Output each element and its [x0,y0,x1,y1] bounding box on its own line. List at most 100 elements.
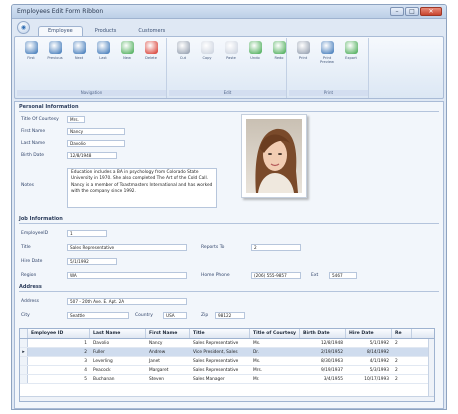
redo-button[interactable]: Redo [271,41,287,60]
export-button[interactable]: Export [343,41,359,60]
table-cell: Steven [149,377,164,382]
window-controls: – □ ✕ [390,7,442,16]
employee-id-field[interactable]: 1 [67,230,107,237]
button-label: Print Preview [320,56,334,64]
column-header[interactable]: Re [392,329,412,338]
row-indicator [20,375,28,383]
table-cell: Sales Representative [193,368,239,373]
row-indicator-header [20,329,28,338]
label-home-phone: Home Phone [201,273,230,278]
next-button[interactable]: Next [71,41,87,60]
ribbon-group-print: Print Print Print Preview Export [289,38,369,98]
title-of-courtesy-field[interactable]: Mrs. [67,116,85,123]
label-first-name: First Name [21,129,46,134]
group-label: Edit [169,90,286,96]
label-birth-date: Birth Date [21,153,44,158]
button-label: Next [74,56,84,60]
label-employee-id: EmployeeID [21,231,49,236]
home-phone-field[interactable]: (206) 555-9857 [251,272,301,279]
horizontal-scrollbar[interactable] [20,396,434,401]
notes-field[interactable]: Education includes a BA in psychology fr… [67,168,217,208]
tab-customers[interactable]: Customers [128,26,175,36]
section-title: Personal Information [19,104,79,110]
row-indicator: ▸ [20,348,28,356]
table-cell: Davolio [93,341,110,346]
table-cell: Peacock [93,368,111,373]
table-cell: 9/19/1937 [320,368,343,373]
maximize-button[interactable]: □ [405,7,419,16]
button-label: Redo [274,56,284,60]
tab-products[interactable]: Products [85,26,127,36]
table-cell: 4 [84,368,87,373]
delete-button[interactable]: Delete [143,41,159,60]
column-header[interactable]: Employee ID [28,329,90,338]
table-cell: Dr. [253,350,260,355]
table-cell: 8/14/1992 [366,350,389,355]
add-icon [120,41,134,54]
print-icon [296,41,310,54]
previous-button[interactable]: Previous [47,41,63,60]
undo-button[interactable]: Undo [247,41,263,60]
paste-button[interactable]: Paste [223,41,239,60]
ext-field[interactable]: 5467 [329,272,357,279]
app-menu-icon[interactable]: ◉ [17,21,30,34]
section-address: Address [19,284,439,292]
birth-date-field[interactable]: 12/8/1948 [67,152,117,159]
button-label: Print [298,56,308,60]
copy-icon [200,41,214,54]
column-header[interactable]: Last Name [90,329,146,338]
table-cell: 5/3/1993 [369,368,389,373]
zip-field[interactable]: 98122 [215,312,245,319]
row-indicator [20,339,28,347]
table-cell: Mrs. [253,368,263,373]
table-cell: Vice President, Sales [193,350,238,355]
button-label: Previous [47,56,63,60]
reports-to-field[interactable]: 2 [251,244,301,251]
table-row[interactable]: 5 Buchanan Steven Sales Manager Mr. 3/4/1955 1… [20,375,434,384]
table-row[interactable]: 1 Davolio Nancy Sales Representative Ms. 12/8… [20,339,434,348]
print-button[interactable]: Print [295,41,311,60]
section-title: Address [19,284,42,290]
minimize-button[interactable]: – [390,7,404,16]
main-window: Employees Edit Form Ribbon – □ ✕ ◉ Emplo… [11,4,447,410]
group-label: Print [289,90,368,96]
delete-icon [144,41,158,54]
new-button[interactable]: New [119,41,135,60]
table-cell: 5/1/1992 [369,341,389,346]
country-field[interactable]: USA [163,312,187,319]
column-header[interactable]: Title of Courtesy [250,329,300,338]
column-header[interactable]: Title [190,329,250,338]
table-row[interactable]: 3 Leverling Janet Sales Representative Ms. 8/… [20,357,434,366]
copy-button[interactable]: Copy [199,41,215,60]
first-name-field[interactable]: Nancy [67,128,125,135]
city-field[interactable]: Seattle [67,312,129,319]
first-button[interactable]: First [23,41,39,60]
hire-date-field[interactable]: 5/1/1992 [67,258,117,265]
vertical-scrollbar[interactable] [428,339,434,401]
print-preview-icon [320,41,334,54]
table-cell: 1 [84,341,87,346]
table-row[interactable]: ▸ 2 Fuller Andrew Vice President, Sales Dr. 2/… [20,348,434,357]
tab-employee[interactable]: Employee [38,26,83,36]
column-header[interactable]: First Name [146,329,190,338]
last-button[interactable]: Last [95,41,111,60]
ribbon-group-navigation: Navigation First Previous Next Last New Delet… [17,38,167,98]
table-cell: 3 [84,359,87,364]
label-last-name: Last Name [21,141,46,146]
region-field[interactable]: WA [67,272,187,279]
address-field[interactable]: 507 - 20th Ave. E. Apt. 2A [67,298,187,305]
last-name-field[interactable]: Davolio [67,140,125,147]
close-button[interactable]: ✕ [420,7,442,16]
column-header[interactable]: Birth Date [300,329,346,338]
column-header[interactable]: Hire Date [346,329,392,338]
undo-icon [248,41,262,54]
table-cell: Nancy [149,341,163,346]
table-cell: 2 [395,377,398,382]
button-label: Paste [226,56,236,60]
print-preview-button[interactable]: Print Preview [319,41,335,64]
table-cell: 3/4/1955 [323,377,343,382]
table-cell: Janet [149,359,160,364]
table-row[interactable]: 4 Peacock Margaret Sales Representative Mrs.… [20,366,434,375]
cut-button[interactable]: Cut [175,41,191,60]
title-field[interactable]: Sales Representative [67,244,187,251]
